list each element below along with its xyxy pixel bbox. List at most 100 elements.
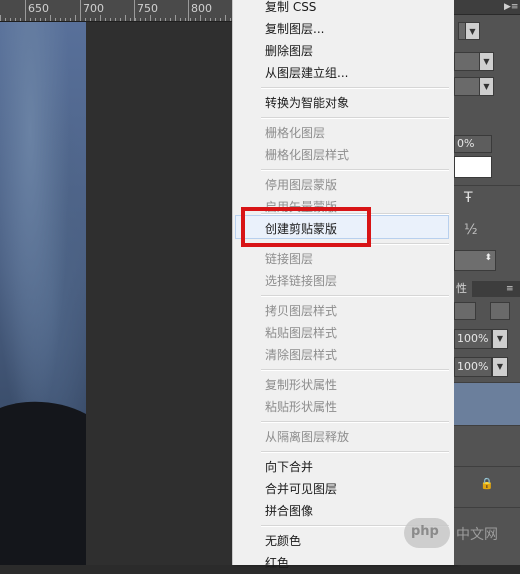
menu-item[interactable]: 复制图层... xyxy=(233,18,455,40)
fill-value: 100% xyxy=(457,360,489,373)
menu-item: 链接图层 xyxy=(233,248,455,270)
ruler-tick xyxy=(75,15,76,21)
filter-dropdown[interactable] xyxy=(454,302,476,320)
menu-item-label: 复制 CSS xyxy=(265,0,317,14)
anti-alias-dropdown[interactable]: ⬍ xyxy=(454,250,496,271)
canvas-area[interactable]: 650 700 750 800 xyxy=(0,0,232,565)
filter-toggle[interactable] xyxy=(490,302,510,320)
menu-item-label: 红色 xyxy=(265,556,290,570)
ruler-tick xyxy=(195,18,196,21)
menu-item: 粘贴形状属性 xyxy=(233,396,455,418)
menu-item-label: 栅格化图层样式 xyxy=(265,148,350,162)
ruler-tick xyxy=(45,18,46,21)
menu-item[interactable]: 从图层建立组... xyxy=(233,62,455,84)
menu-separator xyxy=(261,87,449,89)
font-family-dropdown[interactable]: ▼ xyxy=(454,52,494,71)
menu-item: 拷贝图层样式 xyxy=(233,300,455,322)
canvas-pasteboard xyxy=(86,22,232,565)
ruler-tick xyxy=(120,18,121,21)
ruler-tick xyxy=(115,18,116,21)
ruler-tick xyxy=(50,15,51,21)
watermark-logo-text: php xyxy=(411,524,439,539)
menu-item-label: 清除图层样式 xyxy=(265,348,338,362)
menu-separator xyxy=(261,295,449,297)
menu-item-label: 粘贴图层样式 xyxy=(265,326,338,340)
ruler-tick xyxy=(230,18,231,21)
watermark: php 中文网 xyxy=(404,516,520,550)
ruler-tick xyxy=(130,18,131,21)
opacity-field[interactable]: 100% xyxy=(454,329,492,349)
ruler-tick xyxy=(165,18,166,21)
menu-item: 从隔离图层释放 xyxy=(233,426,455,448)
layers-panel: ▶≡ ▼ ▼ ▼ 0% Ŧ ½ ⬍ 性 ≡ 100% ▼ 100% ▼ 🔒 xyxy=(454,0,520,565)
panel-menu-icon[interactable]: ▶≡ xyxy=(504,2,518,12)
menu-item: 粘贴图层样式 xyxy=(233,322,455,344)
ruler-tick xyxy=(150,15,151,21)
ruler-tick xyxy=(145,18,146,21)
ruler-tick xyxy=(175,15,176,21)
ruler-major-tick xyxy=(80,0,81,21)
ruler-label: 800 xyxy=(191,2,212,15)
menu-separator xyxy=(261,169,449,171)
fill-field[interactable]: 100% xyxy=(454,357,492,377)
ruler-tick xyxy=(55,18,56,21)
ruler-tick xyxy=(205,18,206,21)
menu-item-label: 转换为智能对象 xyxy=(265,96,350,110)
ruler-label: 750 xyxy=(137,2,158,15)
menu-item: 停用图层蒙版 xyxy=(233,174,455,196)
ruler-tick xyxy=(220,18,221,21)
ruler-tick xyxy=(40,18,41,21)
ruler-tick xyxy=(110,18,111,21)
ruler-tick xyxy=(190,18,191,21)
lock-icon[interactable]: 🔒 xyxy=(480,477,494,490)
ruler-tick xyxy=(125,15,126,21)
menu-item-label: 复制形状属性 xyxy=(265,378,338,392)
chevron-down-icon[interactable]: ▼ xyxy=(492,329,508,349)
ruler-tick xyxy=(90,18,91,21)
scale-field[interactable]: 0% xyxy=(454,135,492,153)
menu-item: 清除图层样式 xyxy=(233,344,455,366)
chevron-down-icon: ▼ xyxy=(465,23,479,39)
ruler-tick xyxy=(170,18,171,21)
menu-item[interactable]: 向下合并 xyxy=(233,456,455,478)
chevron-down-icon: ▼ xyxy=(479,53,493,70)
ruler-tick xyxy=(60,18,61,21)
type-icon[interactable]: Ŧ xyxy=(464,190,473,206)
ruler-tick xyxy=(140,18,141,21)
menu-item[interactable]: 复制 CSS xyxy=(233,0,455,18)
chevron-down-icon[interactable]: ▼ xyxy=(492,357,508,377)
font-dropdown[interactable]: ▼ xyxy=(458,22,480,40)
updown-icon: ⬍ xyxy=(484,253,492,263)
ruler-label: 700 xyxy=(83,2,104,15)
ruler-tick xyxy=(200,15,201,21)
red-highlight-box xyxy=(241,207,371,247)
fraction-icon[interactable]: ½ xyxy=(464,222,478,238)
ruler-tick xyxy=(225,15,226,21)
ruler-tick xyxy=(210,18,211,21)
ruler-tick xyxy=(0,15,1,21)
menu-item: 选择链接图层 xyxy=(233,270,455,292)
font-style-dropdown[interactable]: ▼ xyxy=(454,77,494,96)
menu-item[interactable]: 删除图层 xyxy=(233,40,455,62)
menu-item[interactable]: 合并可见图层 xyxy=(233,478,455,500)
watermark-text: 中文网 xyxy=(456,527,498,543)
ruler-tick xyxy=(155,18,156,21)
menu-separator xyxy=(261,451,449,453)
ruler-tick xyxy=(105,18,106,21)
photo-dark-shape xyxy=(0,401,86,565)
ruler-tick xyxy=(85,18,86,21)
color-swatch[interactable] xyxy=(454,156,492,178)
layer-context-menu: 复制 CSS 复制图层... 删除图层 从图层建立组... 转换为智能对象 栅格化图层 栅格… xyxy=(232,0,456,570)
menu-item[interactable]: 红色 xyxy=(233,552,455,574)
menu-item[interactable]: 转换为智能对象 xyxy=(233,92,455,114)
ruler-tick xyxy=(10,18,11,21)
layer-row[interactable] xyxy=(454,426,520,466)
chevron-down-icon: ▼ xyxy=(479,78,493,95)
panel-menu-icon[interactable]: ≡ xyxy=(506,281,514,297)
ruler-tick xyxy=(135,18,136,21)
tab-label[interactable]: 性 xyxy=(456,281,467,297)
ruler-tick xyxy=(215,18,216,21)
watermark-logo: php xyxy=(404,518,450,548)
menu-item-label: 向下合并 xyxy=(265,460,314,474)
selected-layer-row[interactable] xyxy=(454,383,520,425)
